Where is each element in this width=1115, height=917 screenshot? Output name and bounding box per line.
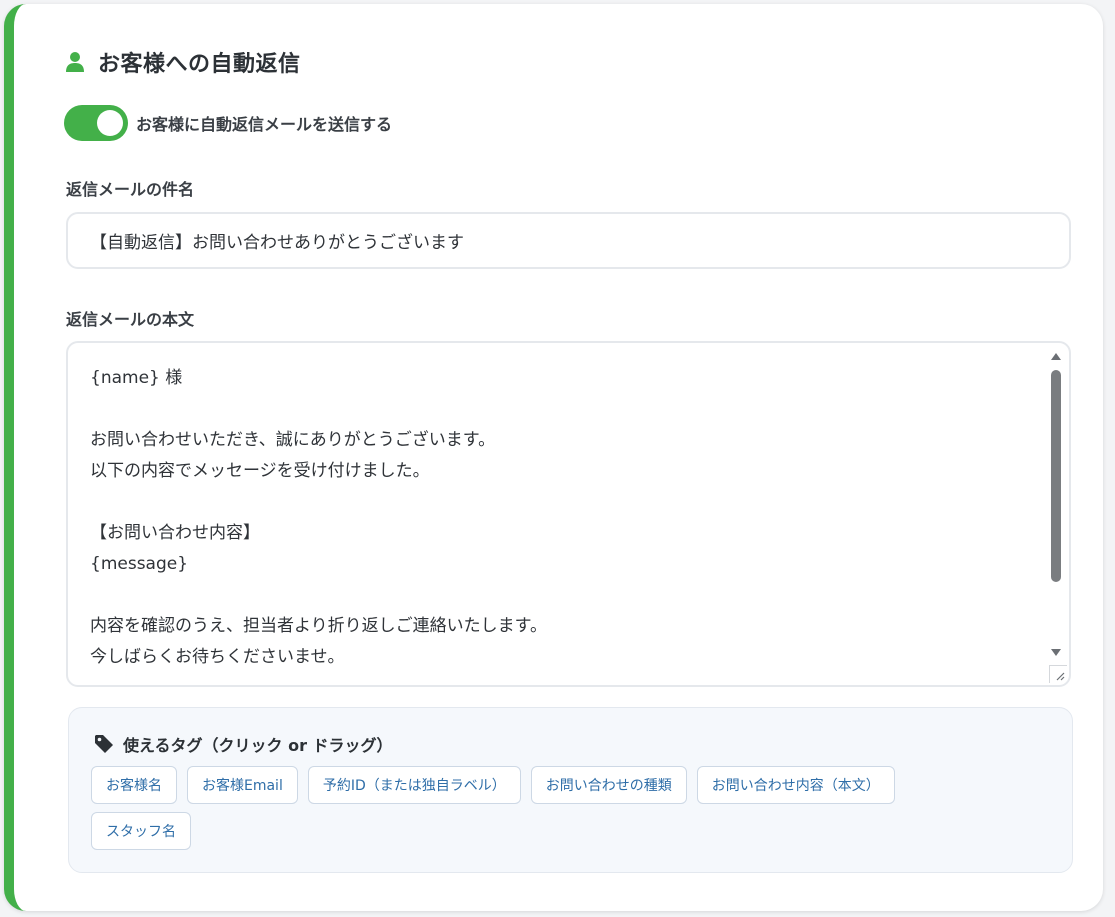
subject-input[interactable]: 【自動返信】お問い合わせありがとうございます [66,212,1071,269]
auto-reply-card: お客様への自動返信 お客様に自動返信メールを送信する 返信メールの件名 【自動返… [4,4,1103,911]
scrollbar-thumb[interactable] [1051,370,1061,582]
tag-chip[interactable]: 予約ID（または独自ラベル） [307,766,521,804]
body-line: 【お問い合わせ内容】 [90,523,260,543]
section-header: お客様への自動返信 [64,46,301,78]
section-title: お客様への自動返信 [98,52,301,77]
user-icon [66,52,84,72]
tag-chip[interactable]: お問い合わせ内容（本文） [696,766,895,804]
body-line: お問い合わせいただき、誠にありがとうございます。 [90,430,496,450]
body-line [90,394,547,425]
body-label: 返信メールの本文 [66,310,195,329]
tag-chip[interactable]: お客様名 [91,766,177,804]
body-line: {name} 様 [90,368,183,388]
toggle-knob [97,110,123,136]
tag-chip[interactable]: お客様Email [187,766,298,804]
tag-list: お客様名 お客様Email 予約ID（または独自ラベル） お問い合わせの種類 お問い合わ… [91,766,991,850]
body-line [90,580,547,611]
auto-reply-toggle-row: お客様に自動返信メールを送信する [64,105,392,141]
tag-chip[interactable]: お問い合わせの種類 [530,766,687,804]
body-line: 今しばらくお待ちくださいませ。 [90,647,345,667]
body-textarea[interactable]: {name} 様お問い合わせいただき、誠にありがとうございます。 以下の内容でメッ… [66,341,1071,687]
auto-reply-toggle-label[interactable]: お客様に自動返信メールを送信する [136,111,392,135]
tag-icon [95,735,113,753]
resize-handle[interactable] [1049,665,1067,683]
tag-chip[interactable]: スタッフ名 [91,812,191,850]
scroll-down-arrow-icon[interactable] [1051,649,1061,656]
body-line: 内容を確認のうえ、担当者より折り返しご連絡いたします。 [90,616,547,636]
scroll-up-arrow-icon[interactable] [1051,353,1061,360]
body-line: 以下の内容でメッセージを受け付けました。 [90,461,430,481]
auto-reply-toggle[interactable] [64,105,128,141]
tags-title: 使えるタグ（クリック or ドラッグ） [123,736,393,755]
tags-panel: 使えるタグ（クリック or ドラッグ） お客様名 お客様Email 予約ID（または… [68,707,1073,873]
body-line: {message} [90,554,189,574]
subject-value: 【自動返信】お問い合わせありがとうございます [90,233,464,253]
tags-header: 使えるタグ（クリック or ドラッグ） [93,732,393,756]
body-text: {name} 様お問い合わせいただき、誠にありがとうございます。 以下の内容でメッ… [90,363,547,673]
resize-grip-icon [1056,672,1065,681]
subject-label: 返信メールの件名 [66,180,195,199]
body-line [90,487,547,518]
